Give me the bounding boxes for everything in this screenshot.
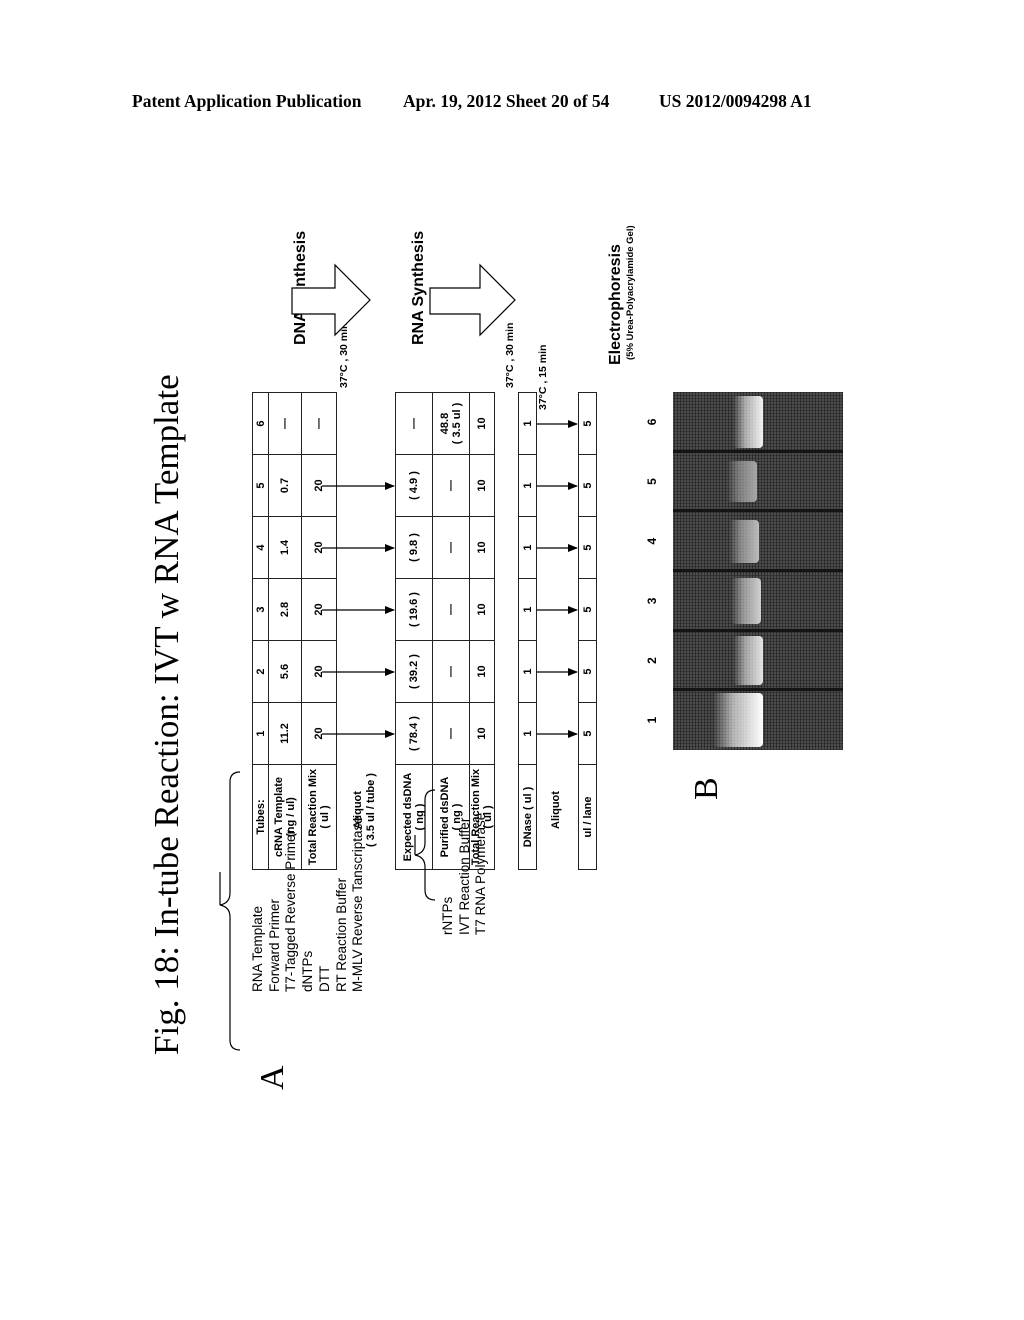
lane-separator — [673, 688, 843, 692]
patent-number: US 2012/0094298 A1 — [659, 91, 812, 111]
publication-label: Patent Application Publication — [132, 91, 362, 111]
lane-labels: 1 2 3 4 5 6 — [645, 392, 665, 750]
gel-band — [733, 635, 763, 686]
lane-label: 3 — [645, 597, 659, 605]
gel-image — [673, 392, 843, 750]
lane-separator — [673, 509, 843, 513]
figure-18: Fig. 18: In-tube Reaction: IVT w RNA Tem… — [130, 200, 870, 1100]
lane-separator — [673, 628, 843, 632]
gel-band — [729, 519, 759, 563]
gel-band — [731, 577, 761, 625]
page-header: Patent Application Publication Apr. 19, … — [132, 91, 892, 115]
panel-b-letter: B — [688, 777, 725, 800]
lane-label: 2 — [645, 657, 659, 664]
gel-band — [713, 693, 763, 748]
lane-label: 1 — [645, 716, 659, 724]
lane-label: 4 — [645, 537, 659, 545]
gel-band — [727, 461, 757, 502]
lane-separator — [673, 449, 843, 453]
lane-label: 5 — [645, 478, 659, 485]
lane-separator — [673, 569, 843, 572]
lane-label: 6 — [645, 418, 659, 426]
date-sheet: Apr. 19, 2012 Sheet 20 of 54 — [403, 91, 610, 111]
block-arrow-icon — [429, 263, 516, 337]
gel-band — [733, 396, 763, 448]
block-arrow-icon — [291, 263, 371, 337]
